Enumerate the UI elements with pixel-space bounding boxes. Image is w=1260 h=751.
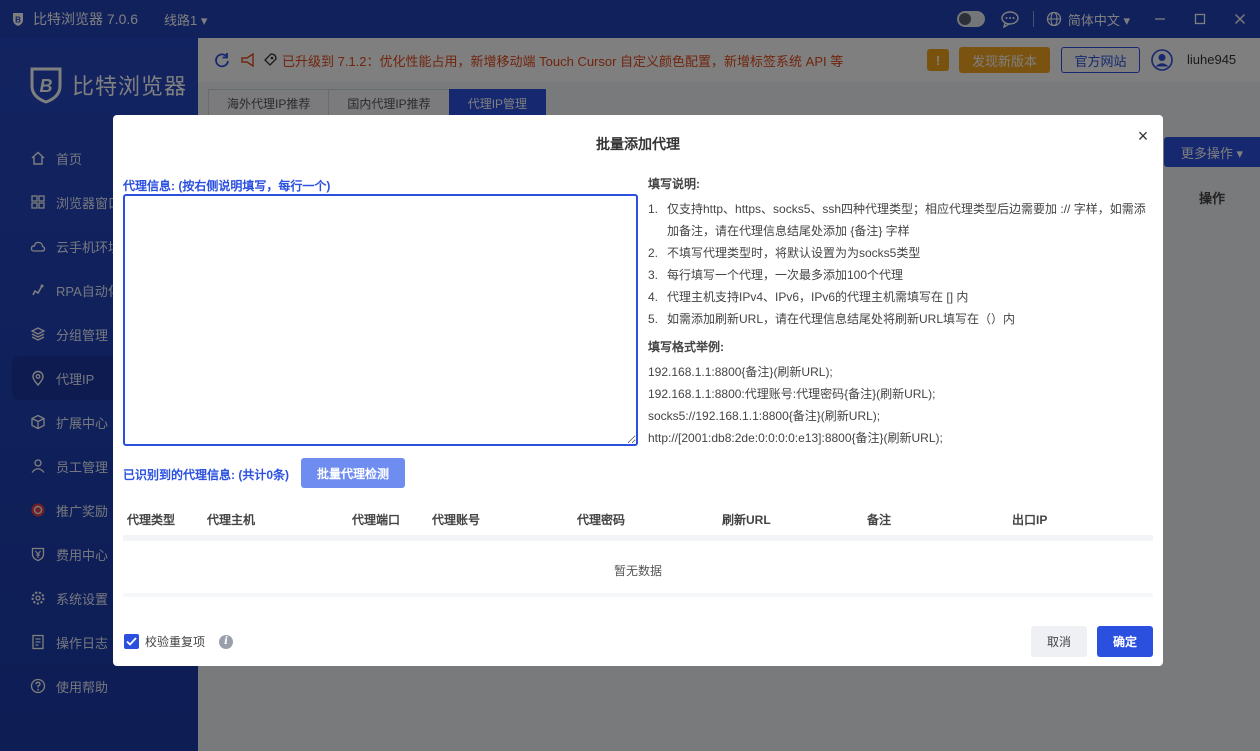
help-item-number: 2. bbox=[648, 242, 667, 264]
proxy-info-input[interactable] bbox=[123, 194, 638, 446]
example-line: socks5://192.168.1.1:8800{备注}(刷新URL); bbox=[648, 405, 1153, 427]
help-item: 1.仅支持http、https、socks5、ssh四种代理类型；相应代理类型后… bbox=[648, 198, 1153, 242]
empty-table-message: 暂无数据 bbox=[123, 547, 1153, 597]
example-line: http://[2001:db8:2de:0:0:0:0:e13]:8800{备… bbox=[648, 427, 1153, 449]
column-header: 出口IP bbox=[1012, 511, 1047, 528]
example-line: 192.168.1.1:8800:代理账号:代理密码{备注}(刷新URL); bbox=[648, 383, 1153, 405]
recognized-count-label: 已识别到的代理信息: (共计0条) bbox=[123, 466, 289, 483]
help-item: 5.如需添加刷新URL，请在代理信息结尾处将刷新URL填写在（）内 bbox=[648, 308, 1153, 330]
help-item-text: 如需添加刷新URL，请在代理信息结尾处将刷新URL填写在（）内 bbox=[667, 308, 1015, 330]
dedupe-label: 校验重复项 bbox=[145, 633, 205, 650]
info-icon[interactable]: i bbox=[219, 635, 233, 649]
help-item: 3.每行填写一个代理，一次最多添加100个代理 bbox=[648, 264, 1153, 286]
help-panel: 填写说明: 1.仅支持http、https、socks5、ssh四种代理类型；相… bbox=[648, 175, 1153, 449]
confirm-button[interactable]: 确定 bbox=[1097, 626, 1153, 657]
help-item: 4.代理主机支持IPv4、IPv6，IPv6的代理主机需填写在 [] 内 bbox=[648, 286, 1153, 308]
example-list: 192.168.1.1:8800{备注}(刷新URL);192.168.1.1:… bbox=[648, 361, 1153, 449]
help-title: 填写说明: bbox=[648, 175, 1153, 192]
batch-add-proxy-modal: 批量添加代理 × 代理信息: (按右侧说明填写，每行一个) 填写说明: 1.仅支… bbox=[113, 115, 1163, 666]
help-item: 2.不填写代理类型时，将默认设置为为socks5类型 bbox=[648, 242, 1153, 264]
column-header: 备注 bbox=[867, 511, 891, 528]
help-item-text: 每行填写一个代理，一次最多添加100个代理 bbox=[667, 264, 903, 286]
dedupe-checkbox[interactable] bbox=[124, 634, 139, 649]
batch-detect-button[interactable]: 批量代理检测 bbox=[301, 458, 405, 488]
modal-close-button[interactable]: × bbox=[1134, 127, 1152, 145]
column-header: 代理端口 bbox=[352, 511, 400, 528]
column-header: 代理类型 bbox=[127, 511, 175, 528]
proxy-info-label: 代理信息: (按右侧说明填写，每行一个) bbox=[123, 177, 330, 194]
help-item-number: 1. bbox=[648, 198, 667, 242]
column-header: 代理密码 bbox=[577, 511, 625, 528]
dedupe-option[interactable]: 校验重复项 i bbox=[124, 633, 233, 650]
help-item-number: 3. bbox=[648, 264, 667, 286]
help-item-number: 5. bbox=[648, 308, 667, 330]
help-item-text: 仅支持http、https、socks5、ssh四种代理类型；相应代理类型后边需… bbox=[667, 198, 1153, 242]
cancel-button[interactable]: 取消 bbox=[1031, 626, 1087, 657]
help-list: 1.仅支持http、https、socks5、ssh四种代理类型；相应代理类型后… bbox=[648, 198, 1153, 330]
help-item-number: 4. bbox=[648, 286, 667, 308]
help-item-text: 不填写代理类型时，将默认设置为为socks5类型 bbox=[667, 242, 920, 264]
column-header: 刷新URL bbox=[722, 511, 771, 528]
column-header: 代理账号 bbox=[432, 511, 480, 528]
check-icon bbox=[126, 637, 137, 646]
example-line: 192.168.1.1:8800{备注}(刷新URL); bbox=[648, 361, 1153, 383]
proxy-table-header: 代理类型 代理主机 代理端口 代理账号 代理密码 刷新URL 备注 出口IP bbox=[123, 505, 1153, 541]
example-title: 填写格式举例: bbox=[648, 338, 1153, 355]
column-header: 代理主机 bbox=[207, 511, 255, 528]
modal-title: 批量添加代理 bbox=[113, 134, 1163, 154]
help-item-text: 代理主机支持IPv4、IPv6，IPv6的代理主机需填写在 [] 内 bbox=[667, 286, 968, 308]
